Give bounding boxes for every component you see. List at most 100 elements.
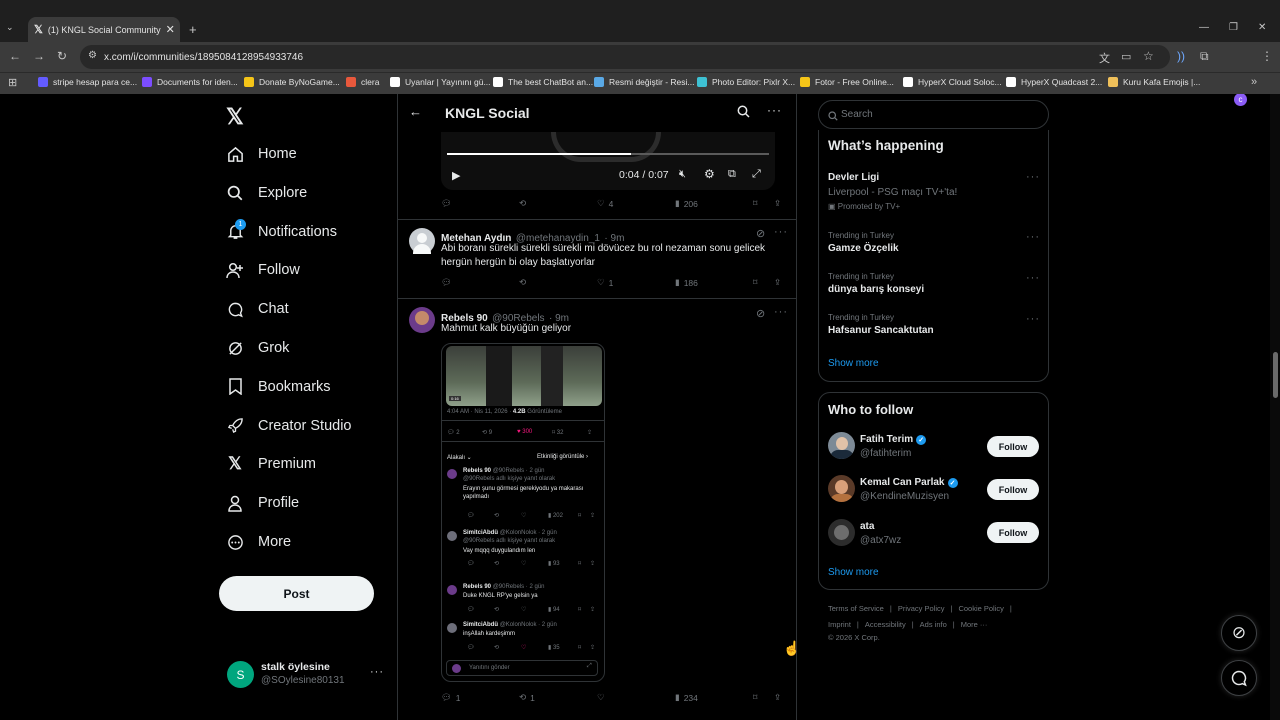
browser-tab[interactable]: 𝕏 (1) KNGL Social Community ✕	[28, 17, 180, 42]
bookmark-item[interactable]: HyperX Quadcast 2...	[1006, 77, 1102, 87]
minimize-icon[interactable]: —	[1199, 22, 1209, 33]
follow-suggestion-name[interactable]: Kemal Can Parlak ✓	[860, 477, 958, 488]
tweet-more-icon[interactable]: ···	[774, 226, 788, 238]
like-icon[interactable]: ♡ 4	[597, 198, 613, 209]
new-tab-icon[interactable]: +	[189, 22, 197, 37]
page-scrollbar[interactable]	[1270, 94, 1280, 720]
share-icon[interactable]: ⇪	[774, 277, 781, 288]
profile-avatar-icon[interactable]: c	[1234, 93, 1247, 106]
footer-link[interactable]: Privacy Policy	[898, 604, 945, 613]
nav-item-grok[interactable]: Grok	[226, 339, 289, 357]
bookmark-icon[interactable]: ⌑	[753, 198, 757, 209]
footer-link[interactable]: Cookie Policy	[958, 604, 1003, 613]
follow-button[interactable]: Follow	[987, 479, 1039, 500]
bookmark-item[interactable]: Kuru Kafa Emojis |...	[1108, 77, 1200, 87]
tweet-more-icon[interactable]: ···	[774, 306, 788, 318]
cast-icon[interactable]: ▭	[1121, 50, 1131, 63]
follow-button[interactable]: Follow	[987, 436, 1039, 457]
bookmark-item[interactable]: Documents for iden...	[142, 77, 238, 87]
bookmark-item[interactable]: Uyanlar | Yayınını gü...	[390, 77, 491, 87]
trend-name[interactable]: Hafsanur Sancaktutan	[828, 325, 934, 336]
grok-float-icon[interactable]: ⊘	[1221, 615, 1257, 651]
share-icon[interactable]: ⇪	[774, 692, 781, 703]
footer-link[interactable]: Accessibility	[865, 620, 906, 629]
account-avatar[interactable]: S	[227, 661, 254, 688]
search-input[interactable]: Search	[818, 100, 1049, 129]
tweet-image[interactable]: 0:16 4:04 AM · Nis 11, 2026 · 4.2B Görün…	[441, 343, 605, 682]
video-progress-track[interactable]	[447, 153, 769, 155]
nav-item-more[interactable]: More	[226, 533, 291, 551]
bookmark-icon[interactable]: ⌑	[753, 692, 757, 703]
avatar[interactable]	[409, 228, 435, 254]
retweet-icon[interactable]: ⟲	[519, 277, 530, 288]
nav-item-notifications[interactable]: 1 Notifications	[226, 218, 337, 241]
avatar[interactable]	[828, 432, 855, 459]
forward-icon[interactable]: →	[33, 49, 45, 63]
bookmark-item[interactable]: clera	[346, 77, 379, 87]
retweet-icon[interactable]: ⟲ 1	[519, 692, 535, 703]
pip-icon[interactable]: ⧉	[728, 168, 736, 181]
like-icon[interactable]: ♡	[597, 692, 609, 703]
trend-more-icon[interactable]: ···	[1026, 231, 1040, 243]
trend-more-icon[interactable]: ···	[1026, 171, 1040, 183]
extensions-icon[interactable]: ⧉	[1200, 49, 1209, 64]
footer-link[interactable]: More ···	[961, 620, 988, 629]
back-arrow-icon[interactable]: ←	[409, 104, 422, 119]
trend-name[interactable]: dünya barış konseyi	[828, 284, 924, 295]
nav-item-premium[interactable]: 𝕏 Premium	[226, 454, 316, 473]
footer-link[interactable]: Terms of Service	[828, 604, 884, 613]
bookmark-item[interactable]: Photo Editor: Pixlr X...	[697, 77, 795, 87]
nav-item-follow[interactable]: Follow	[226, 261, 300, 279]
views-icon[interactable]: ▮ 206	[675, 198, 698, 209]
restore-icon[interactable]: ❐	[1229, 22, 1238, 33]
avatar[interactable]	[828, 475, 855, 502]
views-icon[interactable]: ▮ 234	[675, 692, 698, 703]
site-info-icon[interactable]: ⚙	[88, 50, 97, 61]
like-icon[interactable]: ♡ 1	[597, 277, 613, 288]
fullscreen-icon[interactable]: ⤢	[752, 168, 761, 181]
post-button[interactable]: Post	[219, 576, 374, 611]
extension-audio-icon[interactable]: ))	[1177, 49, 1185, 63]
play-icon[interactable]: ▶	[452, 169, 460, 182]
nav-item-chat[interactable]: Chat	[226, 300, 289, 318]
views-icon[interactable]: ▮ 186	[675, 277, 698, 288]
nav-item-home[interactable]: Home	[226, 145, 297, 163]
url-field[interactable]: ⚙ x.com/i/communities/189508412895493374…	[80, 45, 1170, 69]
bookmark-item[interactable]: stripe hesap para ce...	[38, 77, 137, 87]
grok-icon[interactable]: ⊘	[756, 227, 765, 240]
window-close-icon[interactable]: ✕	[1258, 22, 1266, 33]
header-more-icon[interactable]: ···	[767, 103, 782, 117]
reload-icon[interactable]: ↻	[57, 49, 67, 63]
back-icon[interactable]: ←	[9, 49, 21, 63]
translate-icon[interactable]: 文	[1099, 50, 1110, 66]
bookmark-item[interactable]: HyperX Cloud Soloc...	[903, 77, 1002, 87]
x-logo-icon[interactable]: 𝕏	[226, 104, 244, 130]
avatar[interactable]	[409, 307, 435, 333]
trend-more-icon[interactable]: ···	[1026, 272, 1040, 284]
follow-suggestion-name[interactable]: Fatih Terim ✓	[860, 434, 927, 445]
trends-show-more[interactable]: Show more	[828, 358, 879, 369]
follow-show-more[interactable]: Show more	[828, 567, 879, 578]
bookmark-icon[interactable]: ⌑	[753, 277, 757, 288]
share-icon[interactable]: ⇪	[774, 198, 781, 209]
trend-more-icon[interactable]: ···	[1026, 313, 1040, 325]
reply-icon[interactable]: 💬︎	[441, 277, 456, 288]
trend-name[interactable]: Gamze Özçelik	[828, 243, 899, 254]
trend-name[interactable]: Devler Ligi	[828, 172, 879, 183]
bookmark-item[interactable]: The best ChatBot an...	[493, 77, 593, 87]
bookmark-item[interactable]: Donate ByNoGame...	[244, 77, 340, 87]
retweet-icon[interactable]: ⟲	[519, 198, 530, 209]
footer-link[interactable]: Ads info	[920, 620, 947, 629]
mute-icon[interactable]: 🔇︎	[679, 168, 686, 181]
more-bookmarks-icon[interactable]: »	[1251, 76, 1257, 88]
bookmark-item[interactable]: Fotor - Free Online...	[800, 77, 894, 87]
apps-grid-icon[interactable]: ⊞	[8, 76, 17, 89]
nav-item-creator-studio[interactable]: Creator Studio	[226, 417, 352, 435]
video-player[interactable]: ▶ 0:04 / 0:07 🔇︎ ⚙ ⧉ ⤢	[441, 132, 775, 190]
reply-icon[interactable]: 💬︎ 1	[441, 692, 461, 703]
follow-suggestion-name[interactable]: ata	[860, 521, 874, 532]
browser-menu-icon[interactable]: ⋮	[1261, 49, 1273, 63]
nav-item-profile[interactable]: Profile	[226, 494, 299, 512]
account-more-icon[interactable]: ···	[370, 666, 384, 678]
messages-float-icon[interactable]	[1221, 660, 1257, 696]
